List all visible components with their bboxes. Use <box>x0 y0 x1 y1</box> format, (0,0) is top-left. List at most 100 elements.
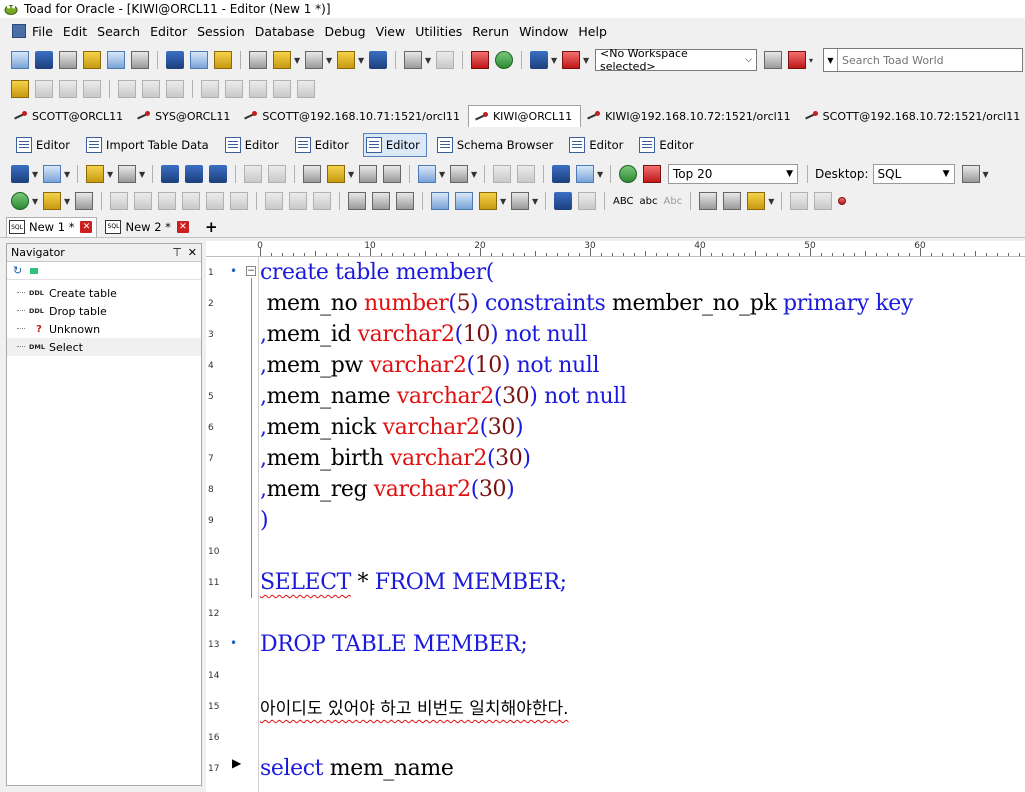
sql-icon[interactable] <box>43 165 61 183</box>
menu-debug[interactable]: Debug <box>320 24 371 39</box>
close-icon[interactable]: ✕ <box>80 221 93 233</box>
window-tab[interactable]: Editor <box>293 133 355 157</box>
editor-tab-new2[interactable]: SQL New 2 * ✕ <box>103 217 192 237</box>
chevron-down-icon[interactable]: ▼ <box>32 192 40 210</box>
chevron-down-icon[interactable]: ▼ <box>32 165 40 183</box>
chevron-down-icon[interactable]: ▼ <box>348 165 356 183</box>
sql-format-icon[interactable] <box>418 165 436 183</box>
connection-tab[interactable]: SCOTT@192.168.10.72:1521/orcl11 <box>799 105 1025 127</box>
fast-forward-icon[interactable] <box>747 192 766 210</box>
navigator-item-selected[interactable]: DML Select <box>7 338 201 356</box>
sql-modeler-icon[interactable] <box>107 51 125 69</box>
window-tab[interactable]: Schema Browser <box>435 133 560 157</box>
scissors-icon[interactable] <box>249 51 267 69</box>
schema-browser-icon[interactable] <box>35 51 53 69</box>
menu-search[interactable]: Search <box>93 24 146 39</box>
menu-rerun[interactable]: Rerun <box>468 24 515 39</box>
chevron-down-icon[interactable]: ▼ <box>64 165 72 183</box>
menu-edit[interactable]: Edit <box>59 24 93 39</box>
table-icon[interactable] <box>383 165 401 183</box>
toad-world-search[interactable]: ▼ <box>823 48 1023 72</box>
forward-icon[interactable] <box>517 165 535 183</box>
menu-utilities[interactable]: Utilities <box>411 24 468 39</box>
report-icon[interactable] <box>305 51 323 69</box>
copy-icon[interactable] <box>372 192 390 210</box>
stop-icon[interactable] <box>75 192 93 210</box>
redo-icon[interactable] <box>578 192 596 210</box>
window-tab[interactable]: Editor <box>637 133 699 157</box>
connection-tab[interactable]: KIWI@192.168.10.72:1521/orcl11 <box>581 105 799 127</box>
undo-icon[interactable] <box>554 192 572 210</box>
chevron-down-icon[interactable]: ▼ <box>107 165 115 183</box>
chevron-down-icon[interactable]: ▼ <box>551 51 559 69</box>
close-icon[interactable]: ✕ <box>176 220 189 233</box>
help-icon[interactable] <box>273 51 291 69</box>
options-icon[interactable] <box>327 165 345 183</box>
run-script-icon[interactable] <box>43 192 61 210</box>
connect-icon[interactable] <box>530 51 548 69</box>
connection-tab[interactable]: SCOTT@192.168.10.71:1521/orcl11 <box>238 105 468 127</box>
indent-icon[interactable] <box>699 192 718 210</box>
chevron-down-icon[interactable]: ▼ <box>824 49 838 71</box>
navigator-item[interactable]: ? Unknown <box>7 320 201 338</box>
paste-icon[interactable] <box>396 192 414 210</box>
cut-icon[interactable] <box>348 192 366 210</box>
eraser-icon[interactable] <box>511 192 529 210</box>
connection-tab[interactable]: SYS@ORCL11 <box>131 105 238 127</box>
session-browser-icon[interactable] <box>59 51 77 69</box>
chevron-down-icon[interactable]: ▼ <box>983 165 991 183</box>
chevron-down-icon[interactable]: ▾ <box>809 51 817 69</box>
chevron-down-icon[interactable]: ▼ <box>294 51 302 69</box>
sql-tracker-icon[interactable] <box>83 51 101 69</box>
add-tab-button[interactable]: + <box>199 218 224 236</box>
print-icon[interactable] <box>303 165 321 183</box>
chevron-down-icon[interactable]: ▼ <box>425 51 433 69</box>
find-object-icon[interactable] <box>11 80 29 98</box>
breakpoint-icon[interactable] <box>838 197 847 205</box>
menu-editor[interactable]: Editor <box>146 24 193 39</box>
new-page-icon[interactable] <box>455 192 473 210</box>
save-as-icon[interactable] <box>185 165 203 183</box>
filter-icon[interactable] <box>619 165 637 183</box>
window-tab[interactable]: Import Table Data <box>84 133 215 157</box>
chevron-down-icon[interactable]: ▼ <box>326 51 334 69</box>
window-tab[interactable]: Editor <box>14 133 76 157</box>
lowercase-button[interactable]: abc <box>640 196 658 207</box>
rollback-icon[interactable] <box>495 51 513 69</box>
desktop-select[interactable]: SQL ▼ <box>872 164 955 184</box>
clock-icon[interactable] <box>404 51 422 69</box>
explain-icon[interactable] <box>576 165 594 183</box>
commit-icon[interactable] <box>471 51 489 69</box>
chevron-down-icon[interactable]: ▼ <box>768 192 776 210</box>
menu-window[interactable]: Window <box>515 24 574 39</box>
menu-session[interactable]: Session <box>193 24 251 39</box>
workspace-select[interactable]: <No Workspace selected> ⌵ <box>595 47 757 73</box>
grid-icon[interactable] <box>190 51 208 69</box>
search-input[interactable] <box>838 53 1018 67</box>
chevron-down-icon[interactable]: ▼ <box>358 51 366 69</box>
chevron-down-icon[interactable]: ▼ <box>439 165 447 183</box>
chevron-down-icon[interactable]: ▼ <box>597 165 605 183</box>
back-icon[interactable] <box>493 165 511 183</box>
load-icon[interactable] <box>118 165 136 183</box>
window-tab[interactable]: Editor <box>567 133 629 157</box>
navigator-item[interactable]: DDL Drop table <box>7 302 201 320</box>
sql-editor[interactable]: 0 10 20 30 40 50 60 − 1 • create table member(… <box>206 241 1025 792</box>
diamond-icon[interactable] <box>166 51 184 69</box>
chevron-down-icon[interactable]: ▼ <box>532 192 540 210</box>
connect-icon[interactable] <box>11 165 29 183</box>
top-rows-select[interactable]: Top 20 ▼ <box>668 164 798 184</box>
workspace-save-icon[interactable] <box>764 51 782 69</box>
window-tab-active[interactable]: Editor <box>362 133 427 157</box>
chevron-down-icon[interactable]: ▼ <box>583 51 591 69</box>
save-all-icon[interactable] <box>209 165 227 183</box>
open-folder-icon[interactable] <box>86 165 104 183</box>
chevron-down-icon[interactable]: ▼ <box>139 165 147 183</box>
uppercase-button[interactable]: ABC <box>613 196 634 207</box>
clear-filter-icon[interactable] <box>643 165 661 183</box>
navigator-item[interactable]: DDL Create table <box>7 284 201 302</box>
chevron-down-icon[interactable]: ▼ <box>64 192 72 210</box>
close-icon[interactable]: ✕ <box>188 246 197 259</box>
chevron-down-icon[interactable]: ▼ <box>500 192 508 210</box>
menu-database[interactable]: Database <box>251 24 321 39</box>
